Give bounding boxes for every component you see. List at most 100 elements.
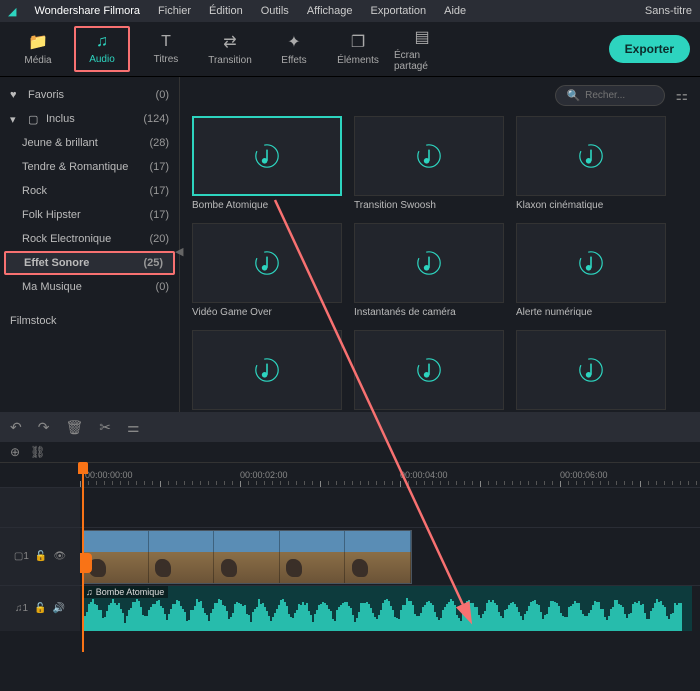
track-id: ♫1 xyxy=(15,603,28,614)
count-badge: (0) xyxy=(156,89,169,101)
folder-icon: ▢ xyxy=(28,113,42,126)
speaker-icon[interactable]: 🔊 xyxy=(53,603,65,614)
sidebar-item-effet-sonore[interactable]: Effet Sonore (25) xyxy=(4,251,175,275)
media-thumbnail[interactable]: Klaxon cinématique xyxy=(516,116,666,211)
search-box[interactable]: 🔍 xyxy=(555,85,665,106)
menubar: ◢ Wondershare Filmora Fichier Édition Ou… xyxy=(0,0,700,22)
tab-label: Écran partagé xyxy=(394,50,450,72)
sidebar-item[interactable]: Folk Hipster (17) xyxy=(0,203,179,227)
sidebar-item-label: Folk Hipster xyxy=(22,209,81,221)
thumbnail-box xyxy=(516,116,666,196)
count-badge: (17) xyxy=(149,161,169,173)
media-thumbnail[interactable]: Transition Swoosh xyxy=(354,116,504,211)
playhead[interactable] xyxy=(82,462,84,652)
media-thumbnail[interactable]: Vidéo Game Over xyxy=(192,223,342,318)
thumbnail-label: Vidéo Game Over xyxy=(192,307,342,318)
sidebar-item[interactable]: Rock(17) xyxy=(0,179,179,203)
timecode: 00:00:04:00 xyxy=(400,470,448,480)
sidebar-item-label: Jeune & brillant xyxy=(22,137,98,149)
sidebar-item[interactable]: Jeune & brillant(28) xyxy=(0,131,179,155)
undo-icon[interactable]: ↶ xyxy=(10,419,22,436)
video-clip[interactable]: ▶Plage xyxy=(82,530,412,584)
menu-display[interactable]: Affichage xyxy=(307,5,353,17)
tab-media[interactable]: 📁Média xyxy=(10,26,66,72)
count-badge: (25) xyxy=(143,257,163,269)
link-icon[interactable]: ⛓ xyxy=(30,445,45,459)
sidebar-item-label: Effet Sonore xyxy=(24,257,89,269)
delete-icon[interactable]: 🗑 xyxy=(65,419,83,436)
thumbnail-box xyxy=(192,223,342,303)
lock-icon[interactable]: 🔓 xyxy=(35,551,47,562)
sidebar-item-label: Favoris xyxy=(28,89,64,101)
media-thumbnail[interactable] xyxy=(516,330,666,410)
audio-track-head: ♫1 🔓 🔊 xyxy=(0,586,80,631)
sidebar-inclus[interactable]: ▾▢Inclus(124) xyxy=(0,107,179,131)
music-note-icon: ♫ xyxy=(86,587,93,597)
tab-titles[interactable]: TTitres xyxy=(138,26,194,72)
collapse-sidebar-icon[interactable]: ◀ xyxy=(175,245,183,258)
menu-file[interactable]: Fichier xyxy=(158,5,191,17)
sparkle-icon: ✦ xyxy=(287,32,300,52)
sidebar-item[interactable]: Ma Musique(0) xyxy=(0,275,179,299)
thumbnail-box xyxy=(192,116,342,196)
lock-icon[interactable]: 🔓 xyxy=(34,603,46,614)
music-icon: ♫ xyxy=(96,33,108,51)
export-button[interactable]: Exporter xyxy=(609,35,690,63)
count-badge: (17) xyxy=(149,185,169,197)
tab-elements[interactable]: ❐Éléments xyxy=(330,26,386,72)
sidebar-item[interactable]: Tendre & Romantique(17) xyxy=(0,155,179,179)
adjust-icon[interactable]: ⚌ xyxy=(127,419,140,436)
main-toolbar: 📁Média ♫Audio TTitres ⇄Transition ✦Effet… xyxy=(0,22,700,77)
media-thumbnail[interactable]: Alerte numérique xyxy=(516,223,666,318)
media-thumbnail[interactable]: Bombe Atomique xyxy=(192,116,342,211)
eye-icon[interactable]: 👁 xyxy=(53,551,66,562)
thumbnail-box xyxy=(354,223,504,303)
sidebar-item-label: Ma Musique xyxy=(22,281,82,293)
sidebar-filmstock[interactable]: Filmstock xyxy=(0,309,179,333)
sidebar-favoris[interactable]: ♥ Favoris (0) xyxy=(0,83,179,107)
tab-label: Média xyxy=(24,55,51,66)
redo-icon[interactable]: ↷ xyxy=(38,419,50,436)
count-badge: (17) xyxy=(149,209,169,221)
content-area: ♥Favoris(0) ▾▢Inclus(124) Jeune & brilla… xyxy=(0,77,700,412)
thumbnail-grid: Bombe AtomiqueTransition SwooshKlaxon ci… xyxy=(192,116,688,410)
cut-icon[interactable]: ✂ xyxy=(99,419,111,436)
clip-thumbnail xyxy=(280,531,346,583)
menu-edit[interactable]: Édition xyxy=(209,5,243,17)
tab-split-screen[interactable]: ▤Écran partagé xyxy=(394,26,450,72)
add-marker-icon[interactable]: ⊕ xyxy=(10,445,20,459)
thumbnail-label: Alerte numérique xyxy=(516,307,666,318)
sidebar-item[interactable]: Rock Electronique(20) xyxy=(0,227,179,251)
tab-effects[interactable]: ✦Effets xyxy=(266,26,322,72)
thumbnail-label: Instantanés de caméra xyxy=(354,307,504,318)
view-grid-icon[interactable]: ⚏ xyxy=(675,87,688,104)
menu-export[interactable]: Exportation xyxy=(370,5,426,17)
tab-audio[interactable]: ♫Audio xyxy=(74,26,130,72)
media-thumbnail[interactable] xyxy=(354,330,504,410)
clip-thumbnail xyxy=(345,531,411,583)
media-thumbnail[interactable]: Instantanés de caméra xyxy=(354,223,504,318)
app-logo-icon: ◢ xyxy=(8,5,16,18)
chevron-down-icon: ▾ xyxy=(10,113,24,126)
menu-tools[interactable]: Outils xyxy=(261,5,289,17)
thumbnail-box xyxy=(192,330,342,410)
audio-clip[interactable]: ♫Bombe Atomique xyxy=(82,586,692,631)
search-input[interactable] xyxy=(585,90,655,101)
media-thumbnail[interactable] xyxy=(192,330,342,410)
transition-icon: ⇄ xyxy=(223,32,236,52)
audio-track: ♫1 🔓 🔊 ♫Bombe Atomique xyxy=(0,585,700,631)
timeline-ruler[interactable]: 00:00:00:00 00:00:02:00 00:00:04:00 00:0… xyxy=(0,462,700,487)
search-icon: 🔍 xyxy=(566,89,580,102)
thumbnail-box xyxy=(516,223,666,303)
thumbnail-box xyxy=(354,116,504,196)
count-badge: (124) xyxy=(143,113,169,125)
video-track-head: ▢1 🔓 👁 xyxy=(0,528,80,585)
sidebar: ♥Favoris(0) ▾▢Inclus(124) Jeune & brilla… xyxy=(0,77,180,412)
clip-thumbnail xyxy=(83,531,149,583)
tab-transition[interactable]: ⇄Transition xyxy=(202,26,258,72)
timecode: 00:00:00:00 xyxy=(85,470,133,480)
track-id: ▢1 xyxy=(14,551,29,562)
heart-icon: ♥ xyxy=(10,89,24,101)
menu-help[interactable]: Aide xyxy=(444,5,466,17)
clip-label: Bombe Atomique xyxy=(96,587,165,597)
